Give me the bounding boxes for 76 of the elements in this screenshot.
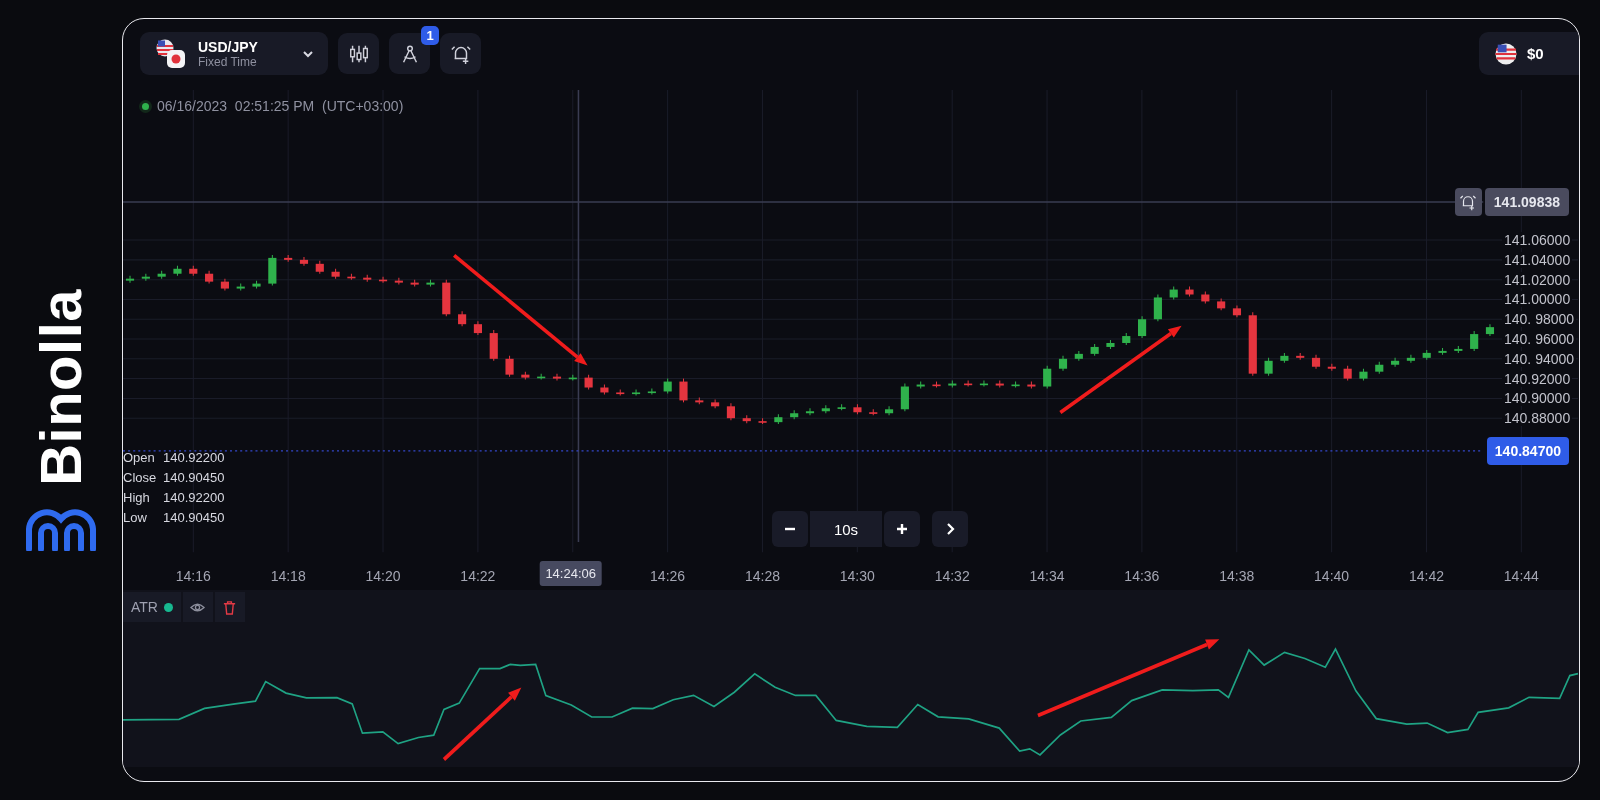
ohlc-label: Close xyxy=(123,470,158,485)
flag-icon xyxy=(156,38,186,69)
candlestick xyxy=(1406,354,1415,364)
candlestick xyxy=(1043,365,1052,390)
time-axis-label: 14:42 xyxy=(1408,568,1444,584)
ohlc-value: 140.92200 xyxy=(163,490,225,505)
ohlc-value: 140.90450 xyxy=(163,510,225,525)
alert-price-label: 141.09838 xyxy=(1484,188,1569,217)
candlestick xyxy=(1470,330,1479,352)
delete-button[interactable] xyxy=(214,592,245,622)
ohlc-label: Low xyxy=(123,510,148,525)
ohlc-label: Open xyxy=(123,450,156,465)
crosshair-time-label: 14:24:06 xyxy=(539,561,602,586)
next-button[interactable] xyxy=(932,511,969,548)
price-axis-label: 140. 98000 xyxy=(1502,311,1577,328)
logo-text: Binolla xyxy=(32,288,90,486)
ohlc-label: High xyxy=(123,490,151,505)
time-axis-label: 14:18 xyxy=(270,568,306,584)
interval-value: 10s xyxy=(810,511,883,548)
price-axis-label: 141.04000 xyxy=(1502,251,1573,268)
time-axis-label: 14:36 xyxy=(1124,568,1160,584)
candlestick xyxy=(647,387,656,395)
add-alert-button[interactable] xyxy=(1454,188,1482,217)
candlestick xyxy=(1391,357,1400,368)
candlestick xyxy=(125,275,135,284)
trash-icon xyxy=(222,599,238,615)
logo-icon xyxy=(24,507,98,552)
time-axis-label: 14:34 xyxy=(1029,568,1065,584)
time-axis-label: 14:22 xyxy=(460,568,496,584)
time-axis-label: 14:44 xyxy=(1503,568,1539,584)
status-dot xyxy=(163,602,173,612)
balance-button[interactable]: $0 xyxy=(1479,32,1579,75)
price-axis-label: 140. 94000 xyxy=(1502,350,1577,367)
price-axis-label: 141.02000 xyxy=(1502,271,1573,288)
timestamp: 06/16/2023 02:51:25 PM (UTC+03:00) xyxy=(157,98,404,114)
alarm-add-icon xyxy=(1459,193,1478,212)
time-axis-label: 14:40 xyxy=(1314,568,1350,584)
candlestick xyxy=(884,405,894,416)
plus-icon xyxy=(895,522,910,537)
candlestick xyxy=(805,407,815,416)
candlestick xyxy=(900,383,909,412)
flag-icon xyxy=(1495,42,1517,65)
time-axis-label: 14:38 xyxy=(1219,568,1255,584)
ohlc-value: 140.92200 xyxy=(163,450,225,465)
indicator-name: ATR xyxy=(131,599,158,615)
price-axis-label: 140.92000 xyxy=(1502,370,1573,387)
current-price-label: 140.84700 xyxy=(1486,436,1569,465)
symbol-selector[interactable]: USD/JPY Fixed Time xyxy=(140,32,328,75)
price-axis-label: 141.00000 xyxy=(1502,291,1573,308)
time-axis-label: 14:28 xyxy=(744,568,780,584)
ohlc-value: 140.90450 xyxy=(163,470,225,485)
time-axis-label: 14:26 xyxy=(650,568,686,584)
candlestick xyxy=(299,256,309,267)
candlestick xyxy=(505,355,514,378)
zoom-in-button[interactable] xyxy=(884,511,921,548)
candlestick xyxy=(631,388,641,396)
visibility-button[interactable] xyxy=(182,592,213,622)
price-axis-label: 141.06000 xyxy=(1502,232,1573,249)
candlestick xyxy=(1153,293,1162,322)
price-axis-label: 140.88000 xyxy=(1502,410,1573,427)
chart-type-button[interactable] xyxy=(338,33,379,74)
live-dot xyxy=(142,102,149,110)
add-alert-button[interactable] xyxy=(440,33,481,74)
candlestick xyxy=(394,277,403,286)
candlestick xyxy=(679,378,688,403)
time-axis-label: 14:20 xyxy=(365,568,401,584)
candlestick xyxy=(552,373,562,382)
price-axis-label: 140.90000 xyxy=(1502,390,1573,407)
candlestick xyxy=(1138,315,1147,339)
price-axis-label: 140. 96000 xyxy=(1502,331,1577,347)
time-axis-label: 14:32 xyxy=(934,568,970,584)
notification-badge: 1 xyxy=(421,26,439,45)
time-axis-label: 14:16 xyxy=(175,568,211,584)
time-axis-label: 14:30 xyxy=(839,568,875,584)
caret-icon xyxy=(302,49,314,58)
candlestick xyxy=(711,398,720,409)
